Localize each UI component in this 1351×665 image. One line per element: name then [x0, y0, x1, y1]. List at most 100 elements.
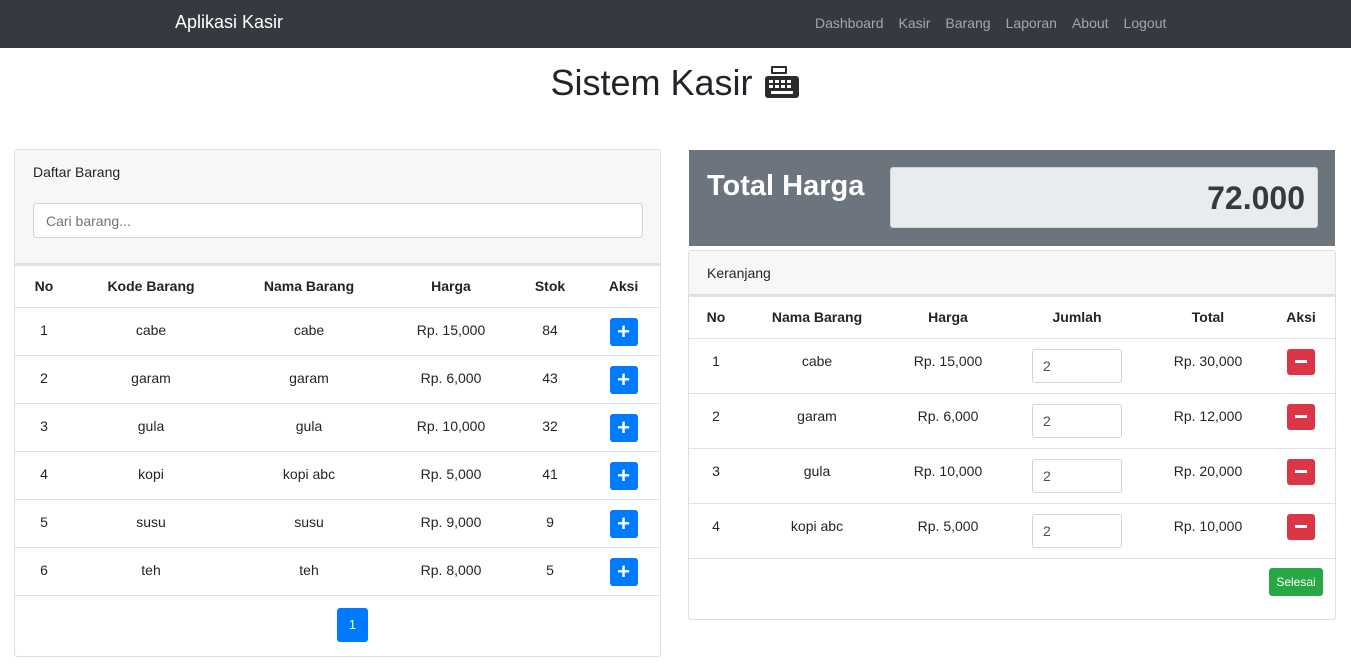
quantity-input[interactable]	[1032, 403, 1122, 438]
col-kode: Kode Barang	[73, 264, 229, 308]
col-no: No	[15, 264, 73, 308]
table-row: 3 gula Rp. 10,000 Rp. 20,000	[689, 448, 1335, 504]
quantity-input[interactable]	[1032, 348, 1122, 383]
cell-kode: cabe	[73, 307, 229, 356]
cell-aksi: +	[587, 307, 660, 356]
cell-kode: teh	[73, 547, 229, 596]
nav-kasir[interactable]: Kasir	[899, 15, 931, 31]
nav-logout[interactable]: Logout	[1124, 15, 1167, 31]
cell-no: 2	[689, 393, 743, 449]
product-list-header: Daftar Barang	[15, 150, 660, 264]
cell-nama: teh	[229, 547, 389, 596]
quantity-input[interactable]	[1032, 458, 1122, 493]
cell-nama: susu	[229, 499, 389, 548]
page-title-text: Sistem Kasir	[550, 62, 753, 103]
nav-laporan[interactable]: Laporan	[1006, 15, 1057, 31]
col-harga: Harga	[891, 295, 1005, 339]
cell-nama: garam	[229, 355, 389, 404]
plus-icon: +	[617, 462, 630, 488]
cell-total: Rp. 30,000	[1149, 338, 1267, 394]
remove-item-button[interactable]	[1287, 348, 1315, 375]
nav-about[interactable]: About	[1072, 15, 1109, 31]
col-jumlah: Jumlah	[1005, 295, 1149, 339]
remove-item-button[interactable]	[1287, 403, 1315, 430]
brand-link[interactable]: Aplikasi Kasir	[175, 12, 283, 33]
col-nama: Nama Barang	[743, 295, 891, 339]
cell-harga: Rp. 6,000	[389, 355, 513, 404]
col-nama: Nama Barang	[229, 264, 389, 308]
cell-nama: kopi abc	[743, 503, 891, 559]
add-to-cart-button[interactable]: +	[609, 365, 638, 394]
nav-barang[interactable]: Barang	[945, 15, 990, 31]
cell-total: Rp. 20,000	[1149, 448, 1267, 504]
product-list-title: Daftar Barang	[33, 164, 121, 180]
add-to-cart-button[interactable]: +	[609, 461, 638, 490]
pagination-page-1[interactable]: 1	[337, 608, 368, 642]
cart-header: Keranjang	[689, 251, 1335, 295]
add-to-cart-button[interactable]: +	[609, 317, 638, 346]
cell-aksi: +	[587, 499, 660, 548]
col-aksi: Aksi	[1267, 295, 1335, 339]
cell-harga: Rp. 15,000	[389, 307, 513, 356]
table-row: 1 cabe Rp. 15,000 Rp. 30,000	[689, 338, 1335, 394]
add-to-cart-button[interactable]: +	[609, 413, 638, 442]
search-input[interactable]	[33, 203, 643, 238]
cell-no: 1	[689, 338, 743, 394]
cell-no: 6	[15, 547, 73, 596]
table-row: 6 teh teh Rp. 8,000 5 +	[15, 547, 660, 596]
cell-no: 1	[15, 307, 73, 356]
cell-aksi	[1267, 393, 1335, 449]
remove-item-button[interactable]	[1287, 458, 1315, 485]
cell-aksi	[1267, 338, 1335, 394]
col-no: No	[689, 295, 743, 339]
table-row: 4 kopi abc Rp. 5,000 Rp. 10,000	[689, 503, 1335, 559]
product-table: No Kode Barang Nama Barang Harga Stok Ak…	[15, 264, 660, 596]
cell-harga: Rp. 10,000	[891, 448, 1005, 504]
cell-harga: Rp. 9,000	[389, 499, 513, 548]
cell-aksi: +	[587, 451, 660, 500]
col-aksi: Aksi	[587, 264, 660, 308]
nav-dashboard[interactable]: Dashboard	[815, 15, 884, 31]
cell-no: 2	[15, 355, 73, 404]
table-row: 2 garam Rp. 6,000 Rp. 12,000	[689, 393, 1335, 449]
cell-aksi: +	[587, 547, 660, 596]
cell-nama: garam	[743, 393, 891, 449]
table-row: 5 susu susu Rp. 9,000 9 +	[15, 499, 660, 548]
quantity-input[interactable]	[1032, 513, 1122, 548]
cell-stok: 84	[513, 307, 587, 356]
cell-jumlah	[1005, 393, 1149, 449]
cell-aksi: +	[587, 403, 660, 452]
cell-harga: Rp. 6,000	[891, 393, 1005, 449]
cell-stok: 9	[513, 499, 587, 548]
cell-aksi	[1267, 448, 1335, 504]
cell-no: 5	[15, 499, 73, 548]
total-panel: Total Harga 72.000	[689, 150, 1335, 246]
col-stok: Stok	[513, 264, 587, 308]
cell-kode: susu	[73, 499, 229, 548]
add-to-cart-button[interactable]: +	[609, 557, 638, 586]
cell-nama: kopi abc	[229, 451, 389, 500]
cell-kode: kopi	[73, 451, 229, 500]
plus-icon: +	[617, 318, 630, 344]
cell-harga: Rp. 5,000	[891, 503, 1005, 559]
cell-harga: Rp. 10,000	[389, 403, 513, 452]
cell-no: 4	[689, 503, 743, 559]
cell-aksi: +	[587, 355, 660, 404]
plus-icon: +	[617, 366, 630, 392]
finish-button[interactable]: Selesai	[1269, 568, 1323, 596]
cell-no: 4	[15, 451, 73, 500]
page-title: Sistem Kasir	[0, 62, 1351, 104]
navbar: Aplikasi Kasir Dashboard Kasir Barang La…	[0, 0, 1351, 48]
remove-item-button[interactable]	[1287, 513, 1315, 540]
table-row: 3 gula gula Rp. 10,000 32 +	[15, 403, 660, 452]
cell-aksi	[1267, 503, 1335, 559]
plus-icon: +	[617, 510, 630, 536]
plus-icon: +	[617, 558, 630, 584]
cell-jumlah	[1005, 338, 1149, 394]
cart-card: Keranjang No Nama Barang Harga Jumlah To…	[688, 250, 1336, 620]
cell-nama: cabe	[229, 307, 389, 356]
cell-nama: cabe	[743, 338, 891, 394]
cell-harga: Rp. 8,000	[389, 547, 513, 596]
add-to-cart-button[interactable]: +	[609, 509, 638, 538]
cell-harga: Rp. 15,000	[891, 338, 1005, 394]
